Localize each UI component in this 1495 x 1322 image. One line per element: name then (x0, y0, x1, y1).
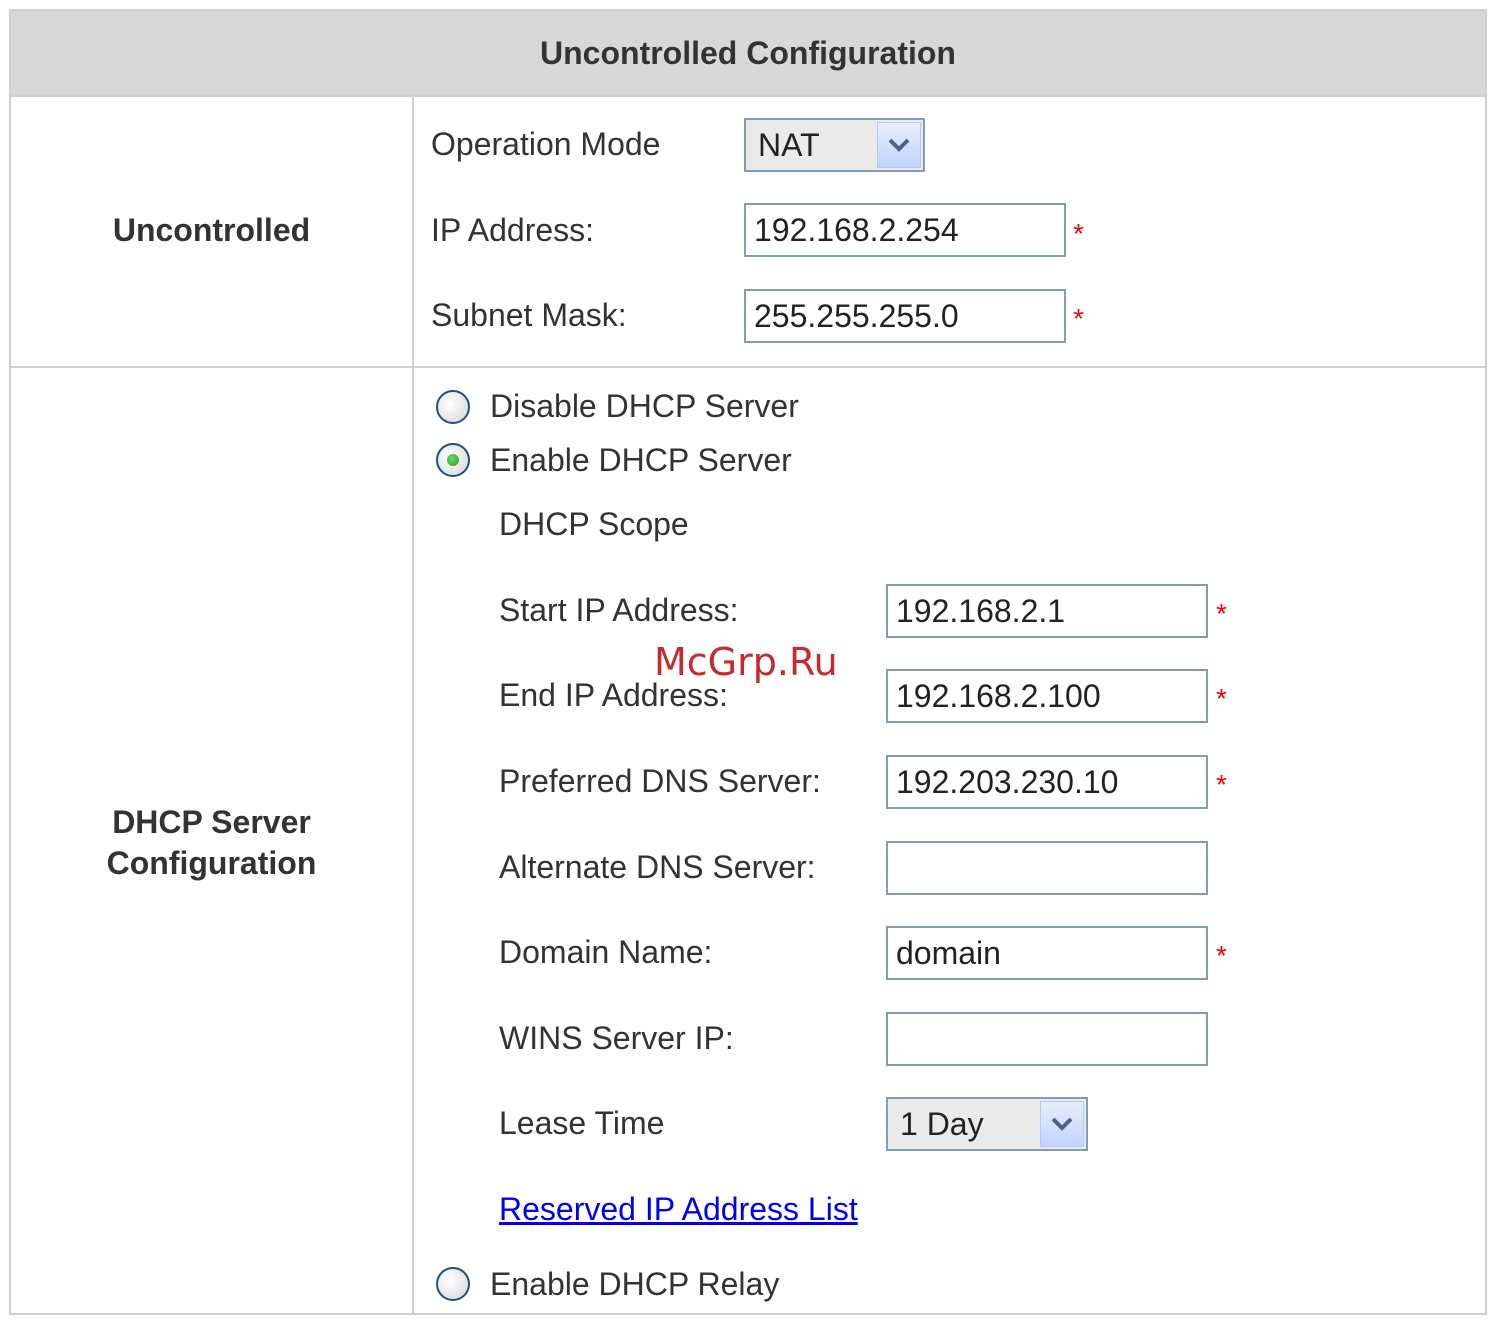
dhcp-section-label: DHCP Server Configuration (11, 802, 412, 884)
wins-label: WINS Server IP: (499, 1020, 734, 1056)
radio-selected-dot (447, 454, 459, 466)
disable-dhcp-radio[interactable] (436, 390, 470, 424)
reserved-ip-list-link[interactable]: Reserved IP Address List (499, 1191, 858, 1228)
subnet-mask-input[interactable]: 255.255.255.0 (744, 289, 1066, 343)
alternate-dns-input[interactable] (886, 841, 1208, 895)
dhcp-label-line1: DHCP Server (112, 804, 311, 840)
disable-dhcp-label[interactable]: Disable DHCP Server (490, 388, 799, 425)
required-mark: * (1216, 769, 1227, 800)
chevron-down-icon[interactable] (1040, 1101, 1084, 1147)
watermark: McGrp.Ru (654, 640, 838, 684)
end-ip-input[interactable]: 192.168.2.100 (886, 669, 1208, 723)
subnet-mask-label: Subnet Mask: (431, 297, 627, 333)
enable-dhcp-label[interactable]: Enable DHCP Server (490, 442, 792, 479)
preferred-dns-label: Preferred DNS Server: (499, 763, 821, 799)
table-header: Uncontrolled Configuration (11, 11, 1485, 95)
dhcp-label-line2: Configuration (106, 845, 317, 881)
divider (11, 366, 1485, 368)
enable-dhcp-relay-label[interactable]: Enable DHCP Relay (490, 1266, 779, 1303)
operation-mode-select[interactable]: NAT (744, 118, 925, 172)
ip-address-input[interactable]: 192.168.2.254 (744, 203, 1066, 257)
enable-dhcp-radio[interactable] (436, 443, 470, 477)
required-mark: * (1216, 940, 1227, 971)
enable-dhcp-relay-radio[interactable] (436, 1267, 470, 1301)
divider (11, 95, 1485, 97)
lease-time-label: Lease Time (499, 1105, 665, 1141)
required-mark: * (1073, 303, 1084, 334)
operation-mode-value: NAT (758, 127, 820, 163)
start-ip-input[interactable]: 192.168.2.1 (886, 584, 1208, 638)
required-mark: * (1073, 218, 1084, 249)
lease-time-value: 1 Day (900, 1106, 984, 1142)
uncontrolled-label-text: Uncontrolled (112, 212, 311, 248)
operation-mode-label: Operation Mode (431, 126, 661, 162)
domain-name-input[interactable]: domain (886, 926, 1208, 980)
domain-name-label: Domain Name: (499, 934, 713, 970)
uncontrolled-section-label: Uncontrolled (11, 210, 412, 251)
required-mark: * (1216, 598, 1227, 629)
table-title: Uncontrolled Configuration (540, 34, 956, 71)
alternate-dns-label: Alternate DNS Server: (499, 849, 816, 885)
lease-time-select[interactable]: 1 Day (886, 1097, 1088, 1151)
ip-address-label: IP Address: (431, 212, 595, 248)
required-mark: * (1216, 683, 1227, 714)
dhcp-scope-label: DHCP Scope (499, 506, 689, 542)
chevron-down-icon[interactable] (877, 122, 921, 168)
divider (412, 95, 414, 1313)
start-ip-label: Start IP Address: (499, 592, 739, 628)
preferred-dns-input[interactable]: 192.203.230.10 (886, 755, 1208, 809)
wins-input[interactable] (886, 1012, 1208, 1066)
